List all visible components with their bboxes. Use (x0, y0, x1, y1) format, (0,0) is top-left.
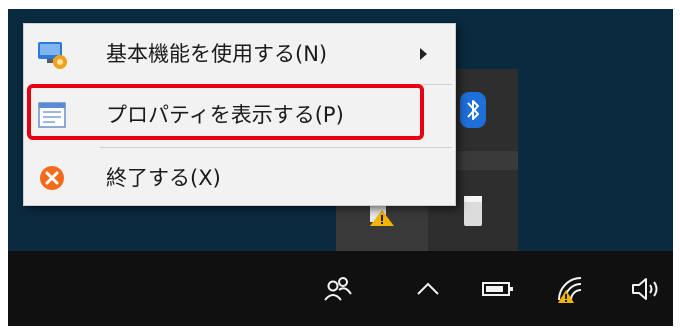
menu-item-use-basic-functions[interactable]: 基本機能を使用する(N) (24, 24, 455, 84)
monitor-app-icon (36, 38, 68, 70)
usb-drive-icon (464, 196, 482, 226)
battery-button[interactable] (478, 251, 518, 326)
exit-icon (36, 162, 68, 194)
bluetooth-icon (460, 92, 486, 128)
menu-item-label: 終了する(X) (106, 166, 221, 190)
menu-item-label: 基本機能を使用する(N) (106, 42, 328, 66)
volume-icon (632, 277, 658, 300)
battery-icon (482, 281, 513, 296)
show-hidden-icons-button[interactable] (408, 251, 448, 326)
people-button[interactable] (318, 251, 358, 326)
menu-item-exit[interactable]: 終了する(X) (24, 148, 455, 208)
highlight-box (27, 84, 424, 140)
wifi-warning-icon (558, 276, 582, 303)
taskbar (8, 251, 673, 326)
volume-button[interactable] (626, 251, 666, 326)
submenu-arrow-icon (420, 48, 427, 60)
network-button[interactable] (550, 251, 594, 326)
chevron-up-icon (417, 282, 439, 295)
people-icon (324, 276, 352, 301)
